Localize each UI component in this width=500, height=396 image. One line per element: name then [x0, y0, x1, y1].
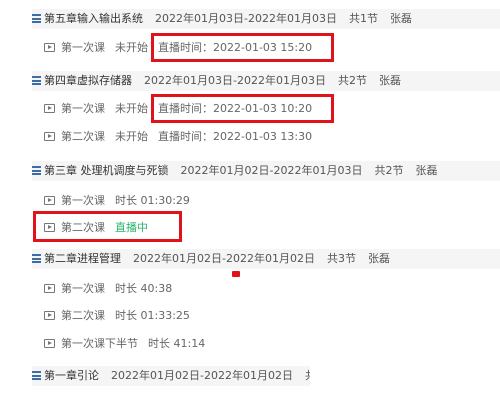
play-icon [44, 311, 55, 320]
lesson-row[interactable]: 第一次课 时长 40:38 [44, 280, 172, 298]
lesson-duration: 时长 41:14 [148, 337, 206, 350]
play-icon [44, 196, 55, 205]
lesson-duration: 时长 01:30:29 [115, 194, 190, 207]
chapter-title: 第五章输入输出系统 [44, 12, 143, 25]
chapter-teacher: 张磊 [378, 74, 401, 87]
list-menu-icon [32, 76, 41, 85]
chapter-count: 共2节 [337, 74, 367, 87]
lesson-duration: 时长 01:33:25 [115, 309, 190, 322]
lesson-status: 未开始 [115, 130, 148, 143]
chapter-count: 共3节 [326, 252, 356, 265]
chapter-header-3[interactable]: 第三章 处理机调度与死锁 2022年01月02日-2022年01月03日 共2节 张磊 [32, 161, 500, 181]
chapter-dates: 2022年01月02日-2022年01月02日 [111, 369, 293, 382]
list-menu-icon [32, 166, 41, 175]
chapter-teacher: 张磊 [389, 12, 412, 25]
lesson-name: 第一次课 [61, 41, 105, 54]
live-time: 直播时间：2022-01-03 13:30 [158, 130, 313, 143]
chapter-header-2[interactable]: 第二章进程管理 2022年01月02日-2022年01月02日 共3节 张磊 [32, 249, 500, 269]
chapter-header-4[interactable]: 第四章虚拟存储器 2022年01月03日-2022年01月03日 共2节 张磊 [32, 71, 500, 91]
chapter-header-1[interactable]: 第一章引论 2022年01月02日-2022年01月02日共1 [32, 366, 310, 386]
play-icon [44, 284, 55, 293]
lesson-row[interactable]: 第一次课下半节 时长 41:14 [44, 335, 205, 353]
lesson-name: 第一次课 [61, 194, 105, 207]
play-icon [44, 43, 55, 52]
play-icon [44, 339, 55, 348]
highlight-box [151, 33, 334, 62]
chapter-count: 共1节 [348, 12, 378, 25]
lesson-row[interactable]: 第二次课 未开始 直播时间：2022-01-03 13:30 [44, 128, 312, 146]
chapter-dates: 2022年01月02日-2022年01月03日 [180, 164, 363, 177]
lesson-name: 第一次课 [61, 282, 105, 295]
chapter-count: 共1 [305, 369, 310, 382]
chapter-title: 第三章 处理机调度与死锁 [44, 164, 169, 177]
list-menu-icon [32, 14, 41, 23]
red-dot-marker [232, 271, 240, 277]
chapter-count: 共2节 [374, 164, 404, 177]
chapter-title: 第四章虚拟存储器 [44, 74, 132, 87]
chapter-teacher: 张磊 [415, 164, 438, 177]
lesson-name: 第二次课 [61, 309, 105, 322]
highlight-box [151, 94, 334, 123]
chapter-dates: 2022年01月03日-2022年01月03日 [144, 74, 326, 87]
list-menu-icon [32, 254, 41, 263]
lesson-status: 未开始 [115, 41, 148, 54]
play-icon [44, 132, 55, 141]
lesson-row[interactable]: 第二次课 时长 01:33:25 [44, 307, 190, 325]
lesson-duration: 时长 40:38 [115, 282, 173, 295]
chapter-teacher: 张磊 [367, 252, 390, 265]
lesson-row[interactable]: 第一次课 时长 01:30:29 [44, 192, 190, 210]
lesson-name: 第二次课 [61, 130, 105, 143]
highlight-box [33, 211, 182, 242]
lesson-name: 第一次课下半节 [61, 337, 138, 350]
chapter-title: 第二章进程管理 [44, 252, 121, 265]
lesson-name: 第一次课 [61, 102, 105, 115]
chapter-header-5[interactable]: 第五章输入输出系统 2022年01月03日-2022年01月03日 共1节 张磊 [32, 9, 500, 29]
list-menu-icon [32, 371, 41, 380]
chapter-dates: 2022年01月02日-2022年01月02日 [133, 252, 315, 265]
chapter-title: 第一章引论 [44, 369, 99, 382]
lesson-status: 未开始 [115, 102, 148, 115]
play-icon [44, 104, 55, 113]
chapter-dates: 2022年01月03日-2022年01月03日 [155, 12, 337, 25]
